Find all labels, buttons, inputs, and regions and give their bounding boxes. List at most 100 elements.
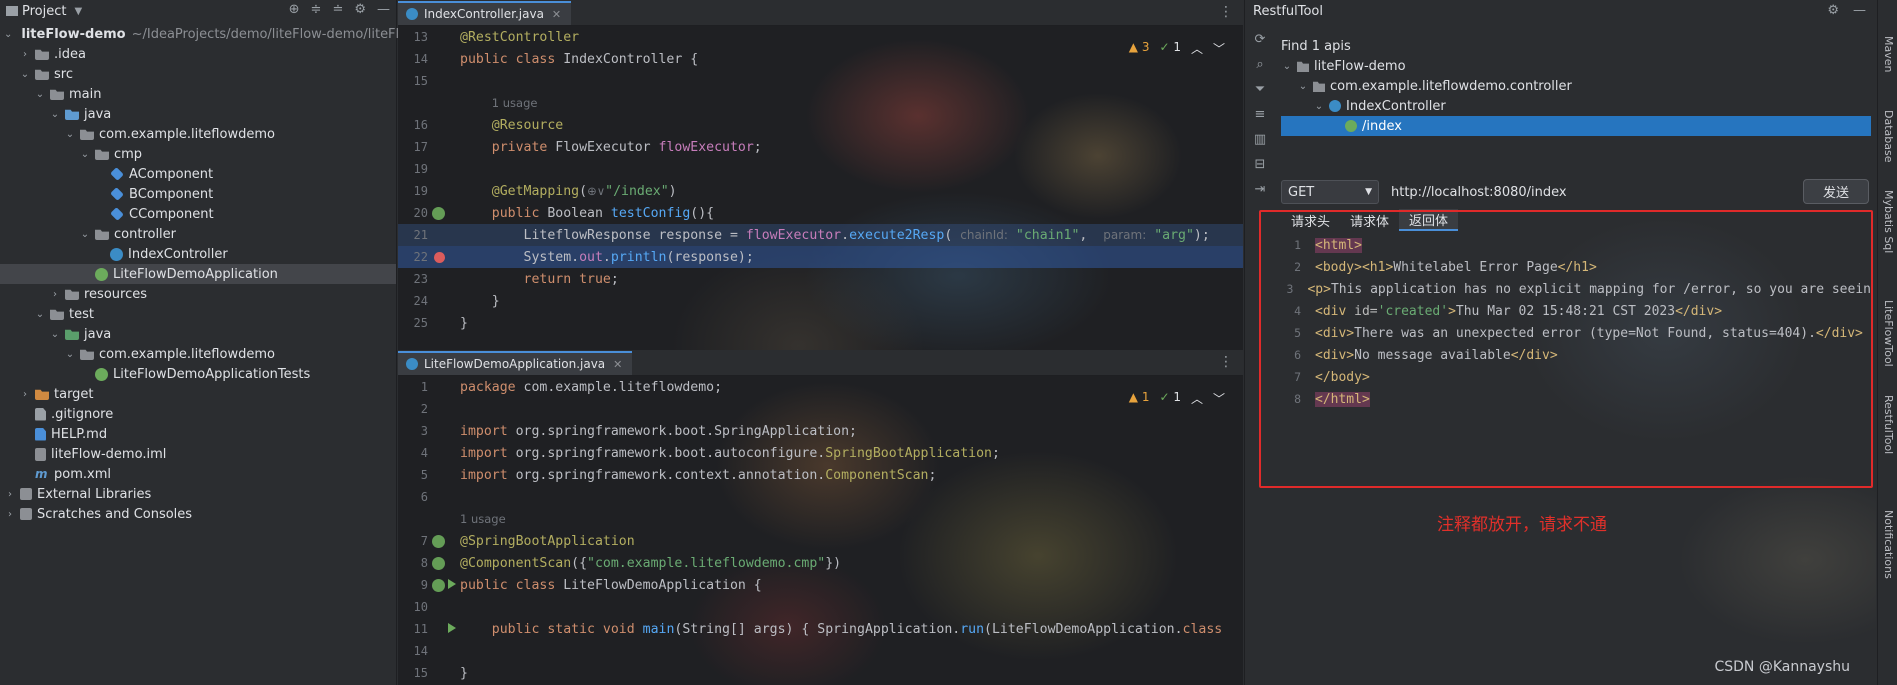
tab-body[interactable]: 请求体: [1340, 209, 1399, 231]
api-tree-item[interactable]: Find 1 apis: [1281, 36, 1871, 56]
tool-window-database[interactable]: Database: [1882, 110, 1895, 163]
tab-index-controller[interactable]: IndexController.java ✕: [398, 1, 572, 25]
chevron-up-icon[interactable]: ︿: [1191, 390, 1203, 407]
gutter[interactable]: [428, 290, 460, 312]
chevron-down-icon[interactable]: ⌄: [34, 309, 46, 320]
http-method-select[interactable]: GET ▼: [1281, 180, 1379, 204]
spring-bean-icon[interactable]: [432, 557, 445, 570]
code-line[interactable]: 20 public Boolean testConfig(){: [398, 202, 1243, 224]
chevron-down-icon[interactable]: ⌄: [79, 149, 91, 160]
close-icon[interactable]: ✕: [613, 358, 622, 371]
code-line[interactable]: 1 usage: [398, 508, 1243, 530]
list-icon[interactable]: ≡: [1255, 107, 1266, 122]
chevron-right-icon[interactable]: ›: [49, 289, 61, 300]
editor-application[interactable]: LiteFlowDemoApplication.java ✕ ⋮ ▲ 1 ✓ 1…: [398, 350, 1243, 685]
gutter[interactable]: [428, 48, 460, 70]
tab-response[interactable]: 返回体: [1399, 209, 1459, 231]
code-line[interactable]: 5 import org.springframework.context.anno…: [398, 464, 1243, 486]
api-tree-item[interactable]: ⌄ liteFlow-demo: [1281, 56, 1871, 76]
tree-item[interactable]: LiteFlowDemoApplication: [0, 264, 396, 284]
chevron-down-icon[interactable]: ▼: [74, 6, 82, 17]
run-icon[interactable]: [448, 623, 456, 633]
code-line[interactable]: 19: [398, 158, 1243, 180]
collapse-all-icon[interactable]: ≐: [332, 2, 343, 17]
chevron-down-icon[interactable]: ⌄: [64, 349, 76, 360]
inspection-widget[interactable]: ▲ 3 ✓ 1 ︿ ﹀: [1129, 40, 1225, 57]
filter-icon[interactable]: ⏷: [1255, 82, 1265, 97]
tree-item[interactable]: ⌄ src: [0, 64, 396, 84]
tree-item[interactable]: ⌄ java: [0, 104, 396, 124]
gutter[interactable]: [428, 224, 460, 246]
tree-item[interactable]: › Scratches and Consoles: [0, 504, 396, 524]
api-tree-item[interactable]: ⌄ IndexController: [1281, 96, 1871, 116]
chevron-down-icon[interactable]: ⌄: [19, 69, 31, 80]
code-line[interactable]: 6: [398, 486, 1243, 508]
code-line[interactable]: 15: [398, 70, 1243, 92]
gutter[interactable]: [428, 180, 460, 202]
chevron-down-icon[interactable]: ⌄: [64, 129, 76, 140]
code-line[interactable]: 15}: [398, 662, 1243, 684]
tree-item[interactable]: BComponent: [0, 184, 396, 204]
api-tree-item[interactable]: ⌄ com.example.liteflowdemo.controller: [1281, 76, 1871, 96]
tree-item[interactable]: LiteFlowDemoApplicationTests: [0, 364, 396, 384]
code-line[interactable]: 22 System.out.println(response);: [398, 246, 1243, 268]
gutter[interactable]: [428, 530, 460, 552]
gutter[interactable]: [428, 26, 460, 48]
chevron-down-icon[interactable]: ﹀: [1213, 40, 1225, 57]
chevron-down-icon[interactable]: ⌄: [1281, 61, 1293, 72]
minimize-icon[interactable]: —: [1853, 3, 1866, 18]
chevron-right-icon[interactable]: ›: [4, 509, 16, 520]
code-line[interactable]: 8 @ComponentScan({"com.example.liteflowde…: [398, 552, 1243, 574]
tree-item[interactable]: ⌄ java: [0, 324, 396, 344]
gutter[interactable]: [428, 662, 460, 684]
tool-window-liteflowtool[interactable]: LiteFlowTool: [1882, 300, 1895, 367]
gutter[interactable]: [428, 268, 460, 290]
chevron-right-icon[interactable]: ›: [19, 389, 31, 400]
inspection-widget[interactable]: ▲ 1 ✓ 1 ︿ ﹀: [1129, 390, 1225, 407]
tree-item[interactable]: ⌄ cmp: [0, 144, 396, 164]
tree-item[interactable]: ⌄ test: [0, 304, 396, 324]
code-line[interactable]: 2: [398, 398, 1243, 420]
url-input[interactable]: http://localhost:8080/index: [1385, 180, 1795, 204]
more-icon[interactable]: ⋮: [1219, 354, 1233, 370]
breakpoint-icon[interactable]: [434, 252, 445, 263]
spring-bean-icon[interactable]: [432, 535, 445, 548]
code-line[interactable]: 14: [398, 640, 1243, 662]
chart-icon[interactable]: ▥: [1254, 132, 1266, 147]
gutter[interactable]: [428, 596, 460, 618]
code-line[interactable]: 1 usage: [398, 92, 1243, 114]
tree-item[interactable]: › target: [0, 384, 396, 404]
tree-item[interactable]: ⌄ com.example.liteflowdemo: [0, 344, 396, 364]
gear-icon[interactable]: ⚙: [354, 2, 366, 17]
wrap-icon[interactable]: ⇥: [1255, 182, 1266, 197]
gutter[interactable]: [428, 442, 460, 464]
gutter[interactable]: [428, 92, 460, 114]
expand-all-icon[interactable]: ≑: [311, 2, 322, 17]
gutter[interactable]: [428, 508, 460, 530]
format-icon[interactable]: ⊟: [1255, 157, 1266, 172]
run-icon[interactable]: [448, 579, 456, 589]
tree-item[interactable]: ⌄ main: [0, 84, 396, 104]
tree-item[interactable]: › External Libraries: [0, 484, 396, 504]
chevron-down-icon[interactable]: ⌄: [49, 109, 61, 120]
code-line[interactable]: 4 import org.springframework.boot.autocon…: [398, 442, 1243, 464]
search-icon[interactable]: ⌕: [1256, 57, 1263, 72]
minimize-icon[interactable]: —: [377, 2, 390, 17]
tree-item[interactable]: AComponent: [0, 164, 396, 184]
tab-application[interactable]: LiteFlowDemoApplication.java ✕: [398, 351, 633, 375]
tree-item[interactable]: HELP.md: [0, 424, 396, 444]
tree-item[interactable]: › .idea: [0, 44, 396, 64]
chevron-right-icon[interactable]: ›: [4, 489, 16, 500]
tool-window-notifications[interactable]: Notifications: [1882, 510, 1895, 579]
gutter[interactable]: [428, 552, 460, 574]
code-line[interactable]: 17 private FlowExecutor flowExecutor;: [398, 136, 1243, 158]
gutter[interactable]: [428, 114, 460, 136]
chevron-down-icon[interactable]: ﹀: [1213, 390, 1225, 407]
gutter[interactable]: [428, 420, 460, 442]
code-line[interactable]: 3 import org.springframework.boot.SpringA…: [398, 420, 1243, 442]
chevron-down-icon[interactable]: ⌄: [79, 229, 91, 240]
gutter[interactable]: [428, 640, 460, 662]
response-body[interactable]: 1 <html> 2 <body><h1>Whitelabel Error Page<…: [1281, 234, 1871, 410]
code-line[interactable]: 1 package com.example.liteflowdemo;: [398, 376, 1243, 398]
gutter[interactable]: [428, 376, 460, 398]
